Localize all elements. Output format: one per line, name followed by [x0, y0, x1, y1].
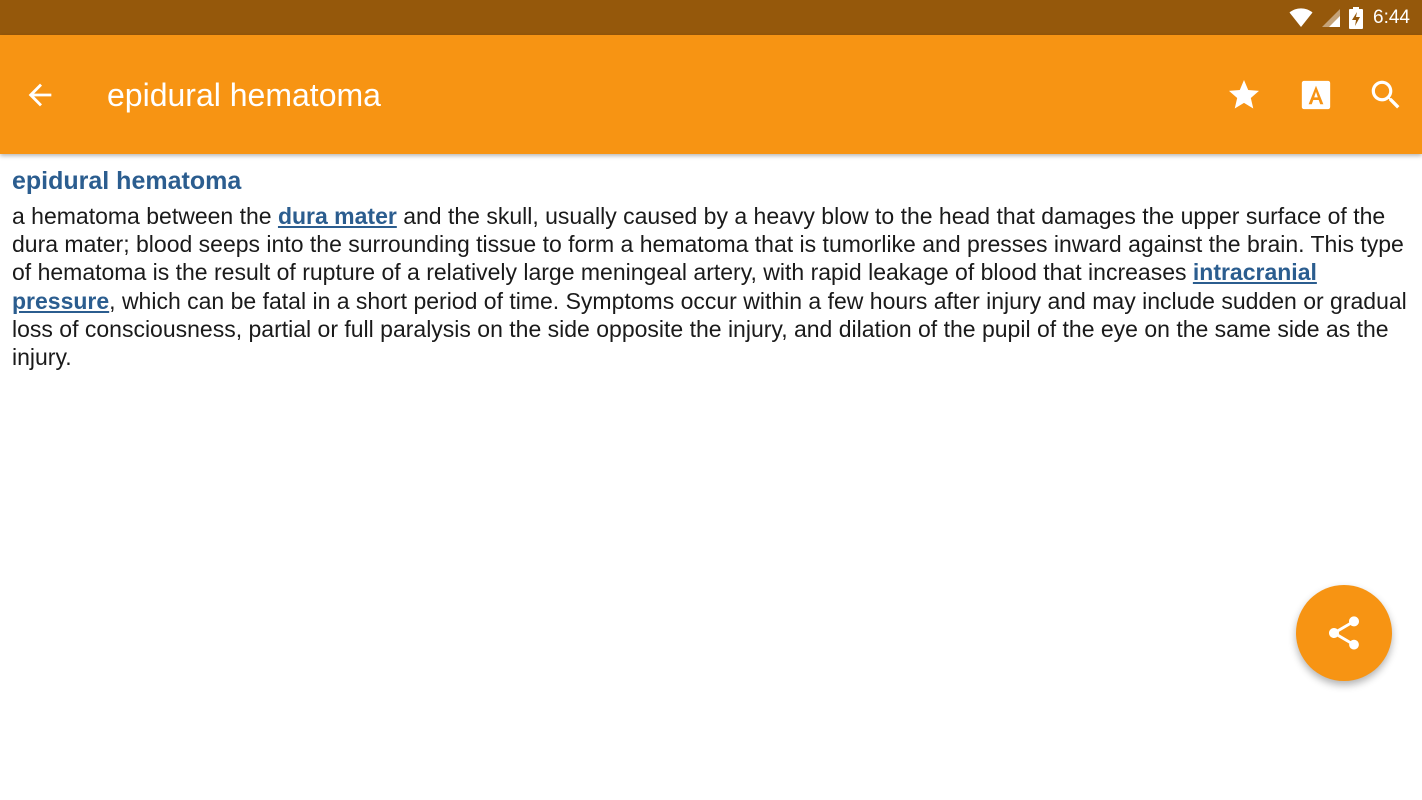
definition-text: a hematoma between the	[12, 203, 278, 229]
entry-title: epidural hematoma	[12, 167, 242, 195]
star-icon	[1229, 80, 1259, 109]
definition-text: , which can be fatal in a short period o…	[12, 287, 1407, 371]
cell-signal-icon	[1321, 8, 1341, 28]
battery-charging-icon	[1349, 6, 1364, 29]
arrow-back-icon	[28, 83, 52, 107]
entry-content: epidural hematoma a hematoma between the…	[12, 166, 1412, 371]
link-dura-mater[interactable]: dura mater	[278, 203, 397, 229]
font-size-button[interactable]	[1294, 73, 1338, 117]
entry-definition: a hematoma between the dura mater and th…	[12, 202, 1412, 371]
search-icon	[1371, 80, 1400, 109]
font-size-icon	[1301, 80, 1331, 110]
back-button[interactable]	[18, 73, 62, 117]
page-title: epidural hematoma	[107, 77, 381, 113]
status-time: 6:44	[1373, 6, 1410, 28]
app-bar: epidural hematoma	[0, 35, 1422, 154]
wifi-icon	[1289, 7, 1313, 28]
status-bar: 6:44	[0, 0, 1422, 35]
search-button[interactable]	[1364, 73, 1408, 117]
share-button[interactable]	[1296, 585, 1392, 681]
share-icon	[1329, 616, 1359, 650]
favorite-button[interactable]	[1222, 73, 1266, 117]
